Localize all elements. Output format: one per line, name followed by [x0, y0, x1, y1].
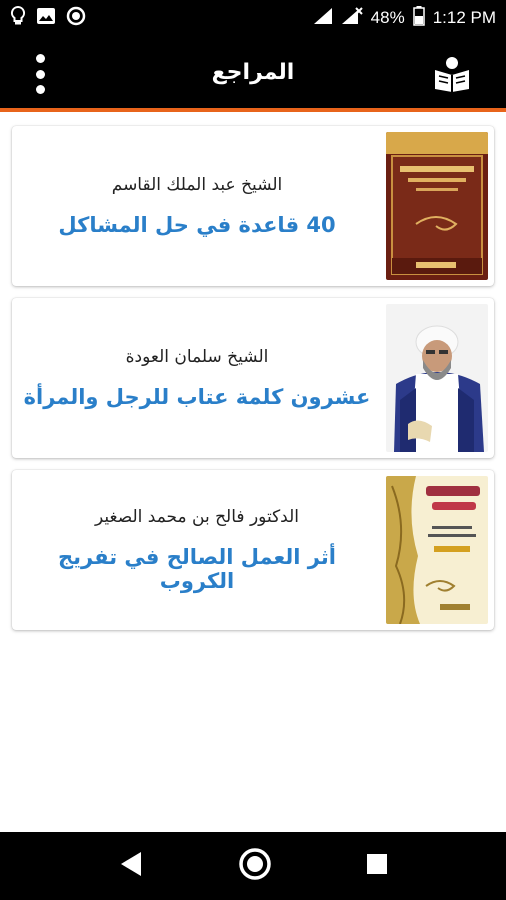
- battery-icon: [412, 5, 425, 31]
- reader-book-icon[interactable]: [432, 56, 472, 92]
- app-bar: المراجع: [0, 36, 506, 112]
- lightbulb-icon: [10, 5, 26, 31]
- book-cover-thumbnail: [386, 476, 488, 624]
- reference-info: الدكتور فالح بن محمد الصغير أثر العمل ال…: [20, 470, 374, 630]
- reference-author: الدكتور فالح بن محمد الصغير: [95, 507, 299, 527]
- reference-info: الشيخ سلمان العودة عشرون كلمة عتاب للرجل…: [20, 298, 374, 458]
- reference-title: 40 قاعدة في حل المشاكل: [58, 213, 336, 237]
- reference-title: أثر العمل الصالح في تفريج الكروب: [58, 545, 336, 593]
- image-icon: [36, 7, 56, 30]
- page-title: المراجع: [211, 59, 295, 85]
- battery-level: 48%: [370, 8, 405, 27]
- list-item[interactable]: الشيخ سلمان العودة عشرون كلمة عتاب للرجل…: [12, 298, 494, 458]
- recents-icon[interactable]: [365, 852, 389, 880]
- home-icon[interactable]: [238, 847, 272, 885]
- clock: 1:12 PM: [432, 8, 496, 27]
- status-bar: 48% 1:12 PM: [0, 0, 506, 36]
- references-list: الشيخ عبد الملك القاسم 40 قاعدة في حل ال…: [12, 126, 494, 642]
- overflow-menu-icon[interactable]: [28, 54, 52, 94]
- reference-title: عشرون كلمة عتاب للرجل والمرأة: [23, 385, 371, 409]
- system-navigation-bar: [0, 832, 506, 900]
- signal-icon: [313, 7, 333, 30]
- back-icon[interactable]: [117, 850, 145, 882]
- author-portrait-thumbnail: [386, 304, 488, 452]
- reference-info: الشيخ عبد الملك القاسم 40 قاعدة في حل ال…: [20, 126, 374, 286]
- reference-author: الشيخ سلمان العودة: [125, 347, 269, 367]
- reference-author: الشيخ عبد الملك القاسم: [111, 175, 283, 195]
- list-item[interactable]: الشيخ عبد الملك القاسم 40 قاعدة في حل ال…: [12, 126, 494, 286]
- signal-no-data-icon: [341, 6, 363, 30]
- book-cover-thumbnail: [386, 132, 488, 280]
- list-item[interactable]: الدكتور فالح بن محمد الصغير أثر العمل ال…: [12, 470, 494, 630]
- record-icon: [66, 6, 86, 31]
